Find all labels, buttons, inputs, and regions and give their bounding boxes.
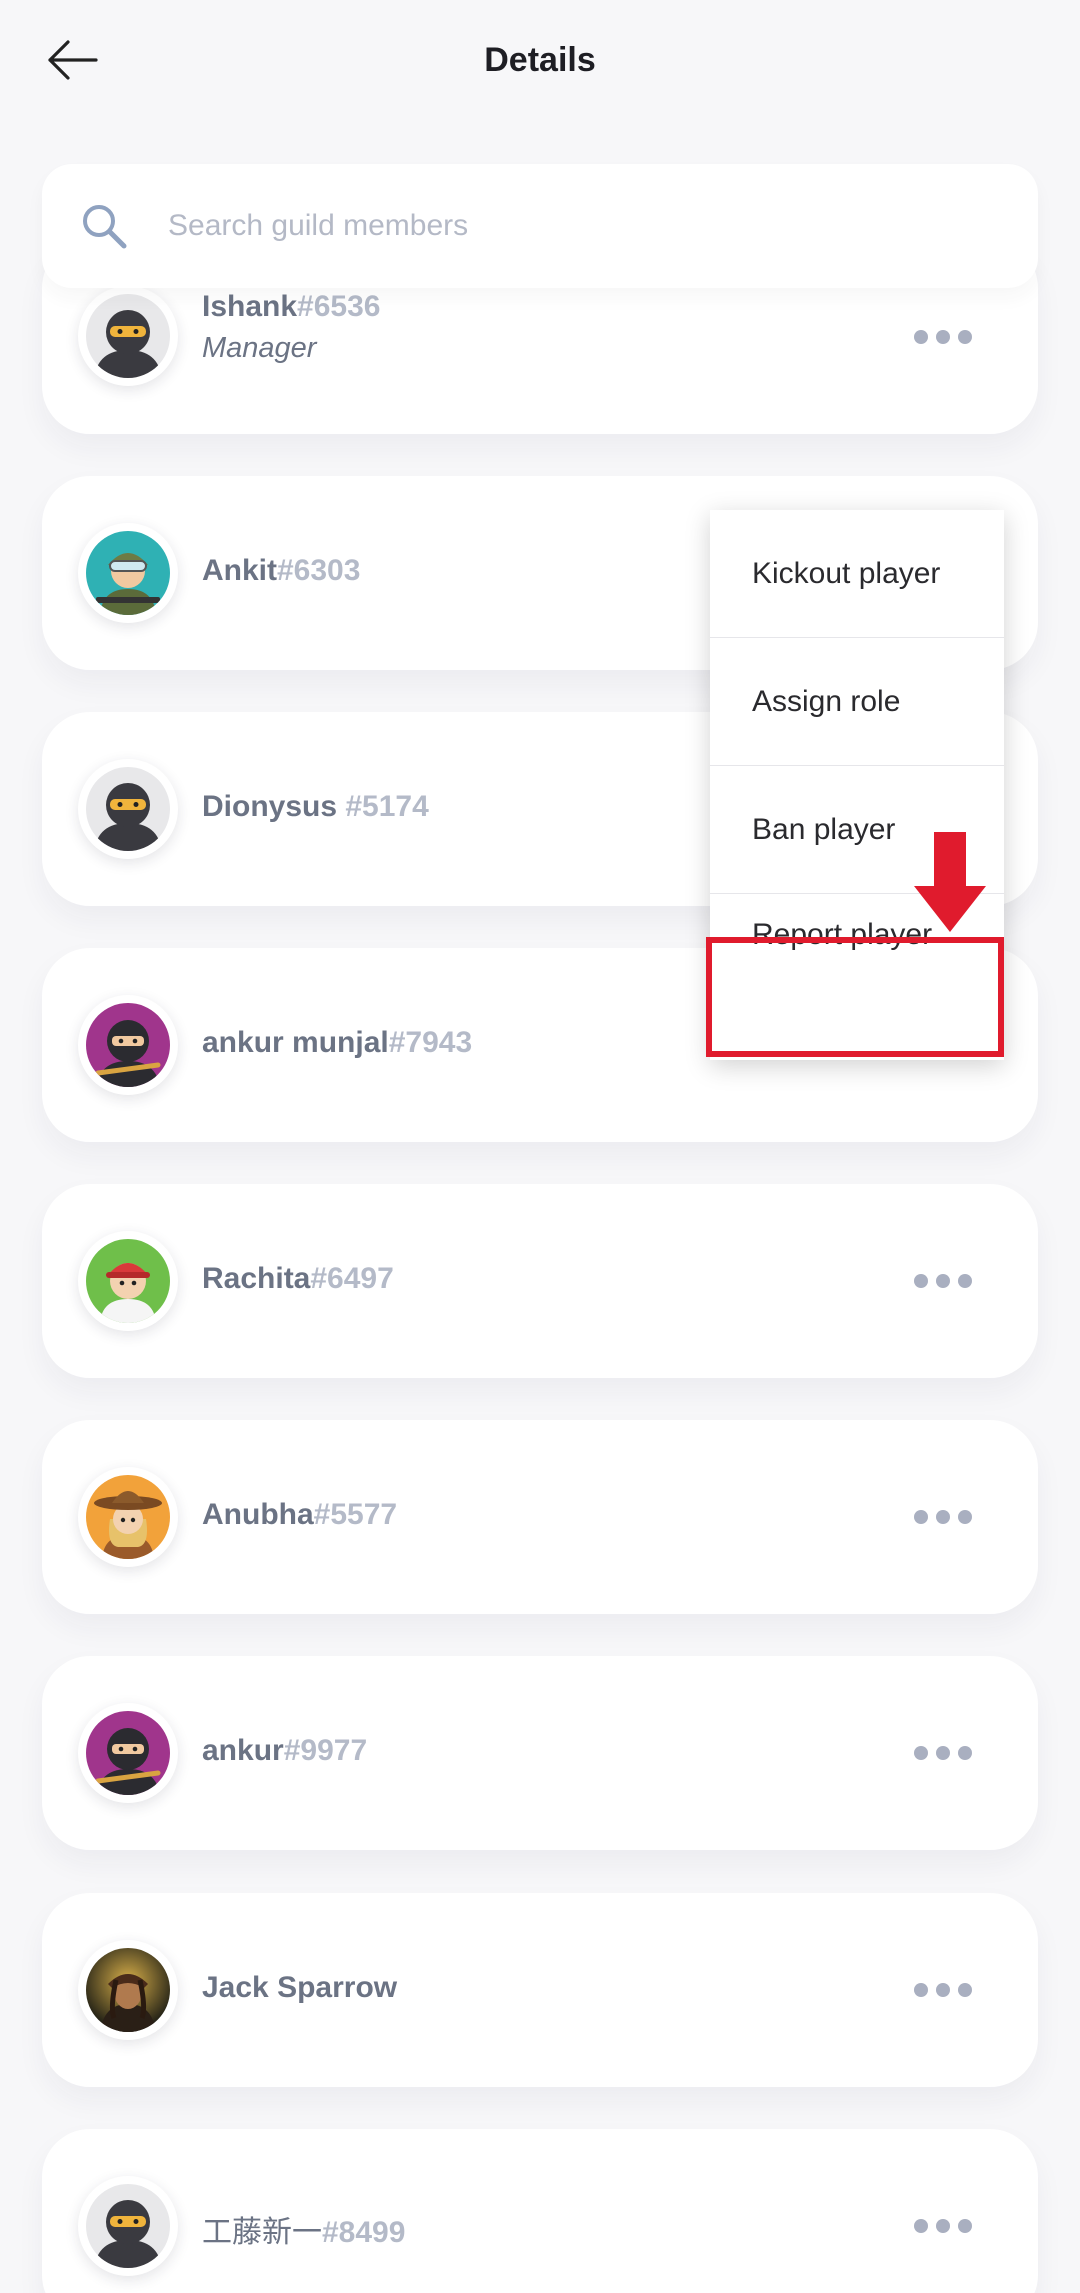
member-info: Rachita#6497 [202, 1262, 394, 1296]
member-info: Jack Sparrow [202, 1971, 397, 2005]
member-tag: #9977 [283, 1734, 368, 1767]
member-name: Anubha [202, 1498, 314, 1531]
ninja-grey-icon [86, 294, 170, 378]
member-info: 工藤新一#8499 [202, 2207, 405, 2251]
avatar [78, 2176, 178, 2276]
ninja-purple-icon [86, 1003, 170, 1087]
member-info: Anubha#5577 [202, 1498, 397, 1532]
member-card[interactable]: Rachita#6497 [42, 1184, 1038, 1378]
menu-item-kickout[interactable]: Kickout player [710, 510, 1004, 638]
member-list: Ishank#6536 Manager Ankit#6303 Dionysus … [0, 0, 1080, 2293]
member-name: Ankit [202, 554, 277, 587]
member-name: Jack Sparrow [202, 1971, 398, 2004]
ninja-grey-icon [86, 767, 170, 851]
cowgirl-icon [86, 1475, 170, 1559]
member-tag: #7943 [388, 1026, 473, 1059]
member-name: 工藤新一 [202, 2216, 322, 2249]
member-card[interactable]: 工藤新一#8499 [42, 2129, 1038, 2293]
member-tag: #6303 [277, 554, 361, 587]
member-name: Dionysus [202, 790, 346, 823]
member-tag: #8499 [322, 2216, 406, 2249]
avatar [78, 523, 178, 623]
search-bar [42, 164, 1038, 288]
avatar [78, 1231, 178, 1331]
member-info: ankur munjal#7943 [202, 1026, 472, 1060]
avatar [78, 1940, 178, 2040]
menu-item-assign-role[interactable]: Assign role [710, 638, 1004, 766]
member-name: Rachita [202, 1262, 311, 1295]
member-name: ankur munjal [202, 1026, 389, 1059]
member-role: Manager [202, 332, 317, 364]
soldier-icon [86, 531, 170, 615]
member-card[interactable]: ankur#9977 [42, 1656, 1038, 1850]
member-info: Ankit#6303 [202, 554, 360, 588]
player-options-menu: Kickout player Assign role Ban player Re… [710, 510, 1004, 1060]
avatar [78, 759, 178, 859]
avatar [78, 1703, 178, 1803]
member-card[interactable]: Jack Sparrow [42, 1893, 1038, 2087]
member-tag: #6536 [297, 290, 381, 323]
more-options-icon[interactable] [914, 2206, 972, 2246]
member-info: Ishank#6536 Manager [202, 290, 380, 365]
boy-red-cap-icon [86, 1239, 170, 1323]
ninja-grey-icon [86, 2184, 170, 2268]
member-info: Dionysus #5174 [202, 790, 429, 824]
more-options-icon[interactable] [914, 1261, 972, 1301]
search-icon [80, 202, 164, 250]
more-options-icon[interactable] [914, 317, 972, 357]
guild-details-screen: Details Ishank#6536 Manager Ankit#6303 D… [0, 0, 1080, 2293]
ninja-purple-icon [86, 1711, 170, 1795]
member-tag: #5577 [313, 1498, 398, 1531]
more-options-icon[interactable] [914, 1497, 972, 1537]
member-name: ankur [202, 1734, 284, 1767]
search-input[interactable] [168, 209, 968, 243]
member-name: Ishank [202, 290, 298, 323]
red-down-arrow-icon [914, 832, 986, 939]
more-options-icon[interactable] [914, 1970, 972, 2010]
avatar [78, 286, 178, 386]
member-card[interactable]: Anubha#5577 [42, 1420, 1038, 1614]
member-tag: #6497 [310, 1262, 394, 1295]
avatar [78, 995, 178, 1095]
more-options-icon[interactable] [914, 1733, 972, 1773]
member-tag: #5174 [345, 790, 429, 823]
pirate-photo-icon [86, 1948, 170, 2032]
avatar [78, 1467, 178, 1567]
member-info: ankur#9977 [202, 1734, 367, 1768]
